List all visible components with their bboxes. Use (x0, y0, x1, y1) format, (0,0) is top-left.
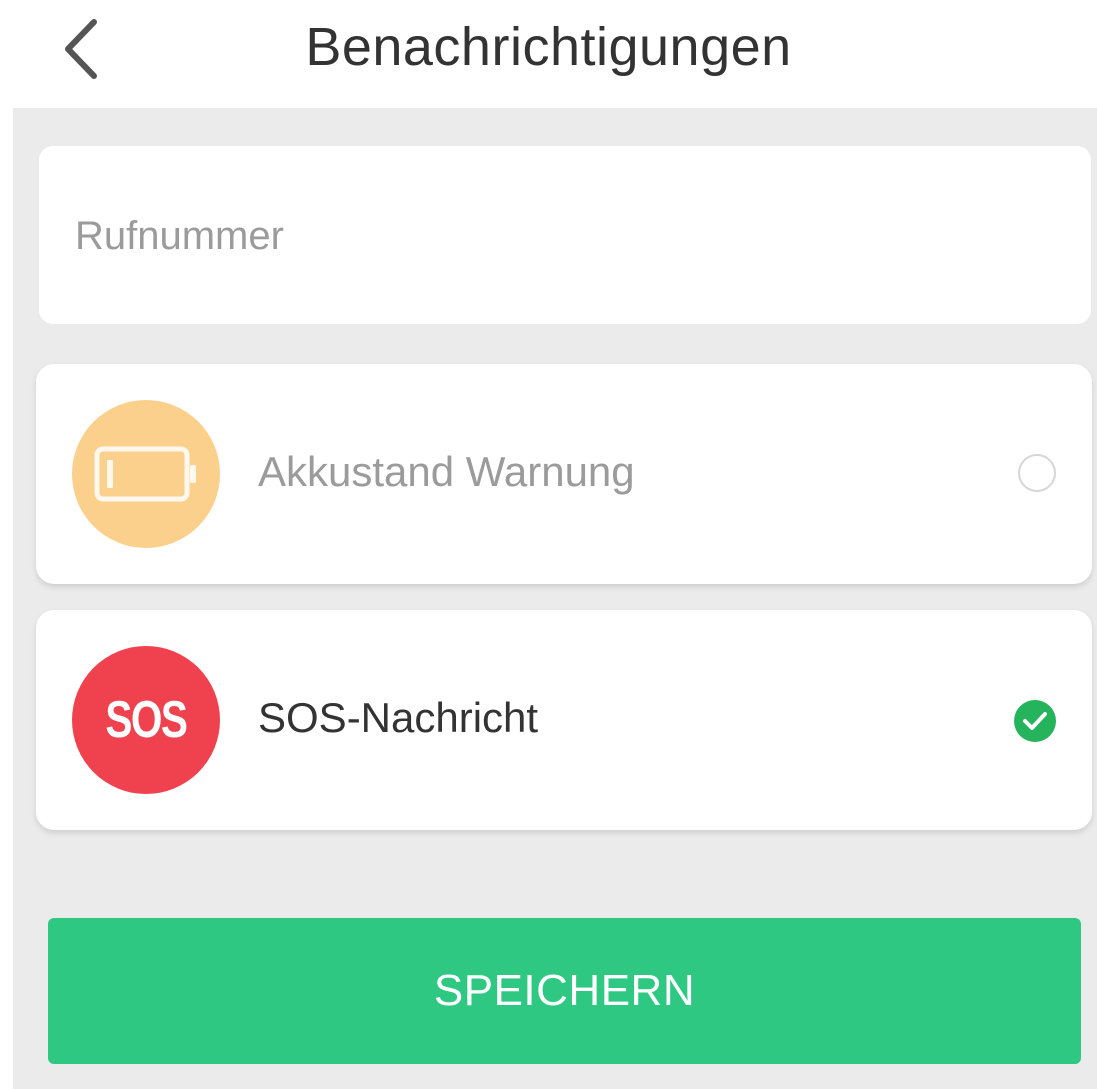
option-sos-message[interactable]: SOS SOS-Nachricht (36, 610, 1092, 830)
content-area: Akkustand Warnung SOS SOS-Nachricht SPEI… (13, 108, 1097, 1089)
header-bar: Benachrichtigungen (0, 0, 1097, 108)
check-circle-icon[interactable] (1014, 700, 1056, 742)
option-battery-label: Akkustand Warnung (258, 448, 635, 495)
phone-number-input[interactable] (73, 196, 1037, 276)
sos-icon: SOS (72, 646, 220, 794)
phone-number-card (39, 146, 1091, 324)
save-button[interactable]: SPEICHERN (48, 918, 1081, 1064)
sos-icon-text: SOS (105, 691, 188, 749)
radio-unchecked-icon[interactable] (1018, 454, 1056, 492)
checkmark-icon (1023, 712, 1047, 730)
battery-icon (94, 446, 196, 502)
option-sos-label: SOS-Nachricht (258, 694, 539, 741)
page-title: Benachrichtigungen (305, 17, 792, 77)
option-battery-warning[interactable]: Akkustand Warnung (36, 364, 1092, 584)
battery-icon-circle (72, 400, 220, 548)
